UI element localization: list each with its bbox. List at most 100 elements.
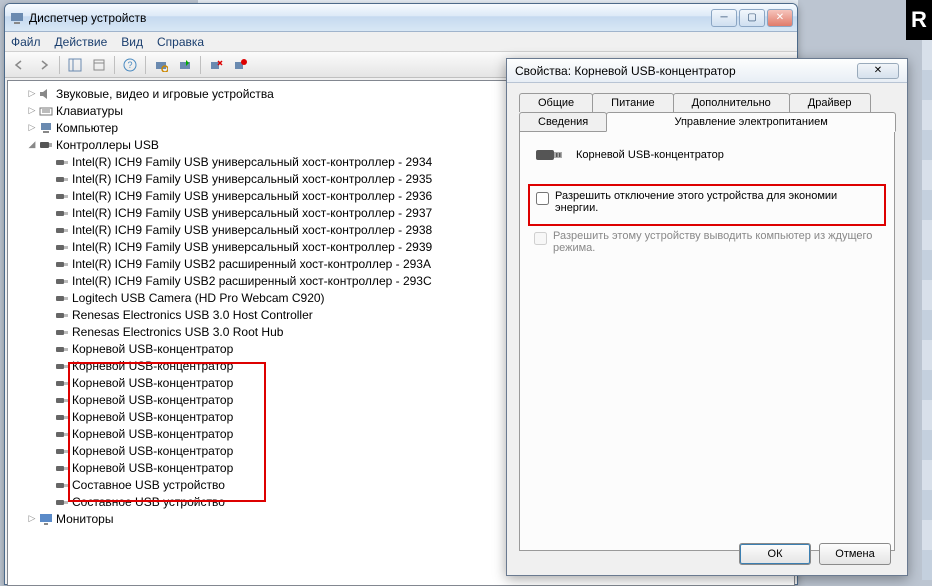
tree-label: Корневой USB-концентратор [72,342,233,356]
expander-icon[interactable] [42,411,54,423]
expander-icon[interactable] [42,241,54,253]
titlebar[interactable]: Диспетчер устройств ─ ▢ ✕ [5,4,797,32]
device-icon [54,478,70,492]
expander-icon[interactable] [42,258,54,270]
expander-icon[interactable] [42,173,54,185]
tab-details[interactable]: Сведения [519,112,607,132]
forward-button[interactable] [33,55,55,75]
allow-wake-row: Разрешить этому устройству выводить комп… [534,230,880,254]
expander-icon[interactable] [42,275,54,287]
device-icon [38,512,54,526]
expander-icon[interactable] [42,156,54,168]
device-icon [54,325,70,339]
maximize-button[interactable]: ▢ [739,9,765,27]
device-icon [38,121,54,135]
tree-label: Составное USB устройство [72,478,225,492]
tree-label: Intel(R) ICH9 Family USB2 расширенный хо… [72,257,431,271]
window-title: Диспетчер устройств [29,11,711,25]
tree-label: Intel(R) ICH9 Family USB универсальный х… [72,206,432,220]
tree-label: Компьютер [56,121,118,135]
tree-label: Корневой USB-концентратор [72,410,233,424]
expander-icon[interactable]: ▷ [26,88,38,100]
expander-icon[interactable]: ▷ [26,105,38,117]
tree-label: Intel(R) ICH9 Family USB универсальный х… [72,189,432,203]
minimize-button[interactable]: ─ [711,9,737,27]
expander-icon[interactable] [42,496,54,508]
device-icon [54,495,70,509]
allow-wake-checkbox [534,232,547,245]
tree-label: Renesas Electronics USB 3.0 Root Hub [72,325,283,339]
tab-driver[interactable]: Драйвер [789,93,871,112]
expander-icon[interactable] [42,224,54,236]
disable-button[interactable] [229,55,251,75]
tab-advanced[interactable]: Дополнительно [673,93,790,112]
expander-icon[interactable] [42,394,54,406]
device-icon [54,410,70,424]
cancel-button[interactable]: Отмена [819,543,891,565]
device-icon [54,427,70,441]
help-button[interactable]: ? [119,55,141,75]
expander-icon[interactable] [42,190,54,202]
menu-view[interactable]: Вид [121,35,143,49]
tab-panel: Корневой USB-концентратор Разрешить откл… [519,131,895,551]
tabs-row-1: Общие Питание Дополнительно Драйвер [519,93,895,112]
menu-file[interactable]: Файл [11,35,41,49]
tree-label: Звуковые, видео и игровые устройства [56,87,274,101]
expander-icon[interactable] [42,309,54,321]
expander-icon[interactable] [42,479,54,491]
device-icon [54,461,70,475]
device-icon [54,223,70,237]
device-icon [54,274,70,288]
update-driver-button[interactable] [174,55,196,75]
app-icon [9,10,25,26]
properties-button[interactable] [88,55,110,75]
svg-text:?: ? [127,60,132,70]
tree-label: Составное USB устройство [72,495,225,509]
back-button[interactable] [9,55,31,75]
menu-help[interactable]: Справка [157,35,204,49]
ok-button[interactable]: ОК [739,543,811,565]
allow-wake-label: Разрешить этому устройству выводить комп… [553,230,880,254]
close-button[interactable]: ✕ [767,9,793,27]
device-icon [54,206,70,220]
uninstall-button[interactable] [205,55,227,75]
device-icon [38,138,54,152]
allow-turn-off-row: Разрешить отключение этого устройства дл… [536,190,878,214]
tree-label: Intel(R) ICH9 Family USB универсальный х… [72,172,432,186]
tab-general[interactable]: Общие [519,93,593,112]
device-icon [54,308,70,322]
expander-icon[interactable] [42,326,54,338]
show-hide-tree-button[interactable] [64,55,86,75]
tree-label: Корневой USB-концентратор [72,444,233,458]
device-icon [54,240,70,254]
device-icon [54,189,70,203]
menu-action[interactable]: Действие [55,35,108,49]
dialog-titlebar[interactable]: Свойства: Корневой USB-концентратор ✕ [507,59,907,83]
tree-label: Intel(R) ICH9 Family USB2 расширенный хо… [72,274,432,288]
allow-turn-off-checkbox[interactable] [536,192,549,205]
expander-icon[interactable] [42,428,54,440]
tab-power[interactable]: Питание [592,93,673,112]
scan-hardware-button[interactable] [150,55,172,75]
tree-label: Корневой USB-концентратор [72,359,233,373]
expander-icon[interactable] [42,343,54,355]
expander-icon[interactable] [42,377,54,389]
expander-icon[interactable] [42,462,54,474]
expander-icon[interactable] [42,445,54,457]
background-app-icon: R [906,0,932,40]
expander-icon[interactable]: ◢ [26,139,38,151]
expander-icon[interactable] [42,360,54,372]
device-icon [54,444,70,458]
tree-label: Корневой USB-концентратор [72,376,233,390]
dialog-close-button[interactable]: ✕ [857,63,899,79]
expander-icon[interactable]: ▷ [26,513,38,525]
expander-icon[interactable] [42,292,54,304]
device-icon [38,104,54,118]
expander-icon[interactable] [42,207,54,219]
menubar: Файл Действие Вид Справка [5,32,797,52]
tree-label: Мониторы [56,512,113,526]
tree-label: Renesas Electronics USB 3.0 Host Control… [72,308,313,322]
tree-label: Корневой USB-концентратор [72,461,233,475]
expander-icon[interactable]: ▷ [26,122,38,134]
tab-power-management[interactable]: Управление электропитанием [606,112,896,132]
